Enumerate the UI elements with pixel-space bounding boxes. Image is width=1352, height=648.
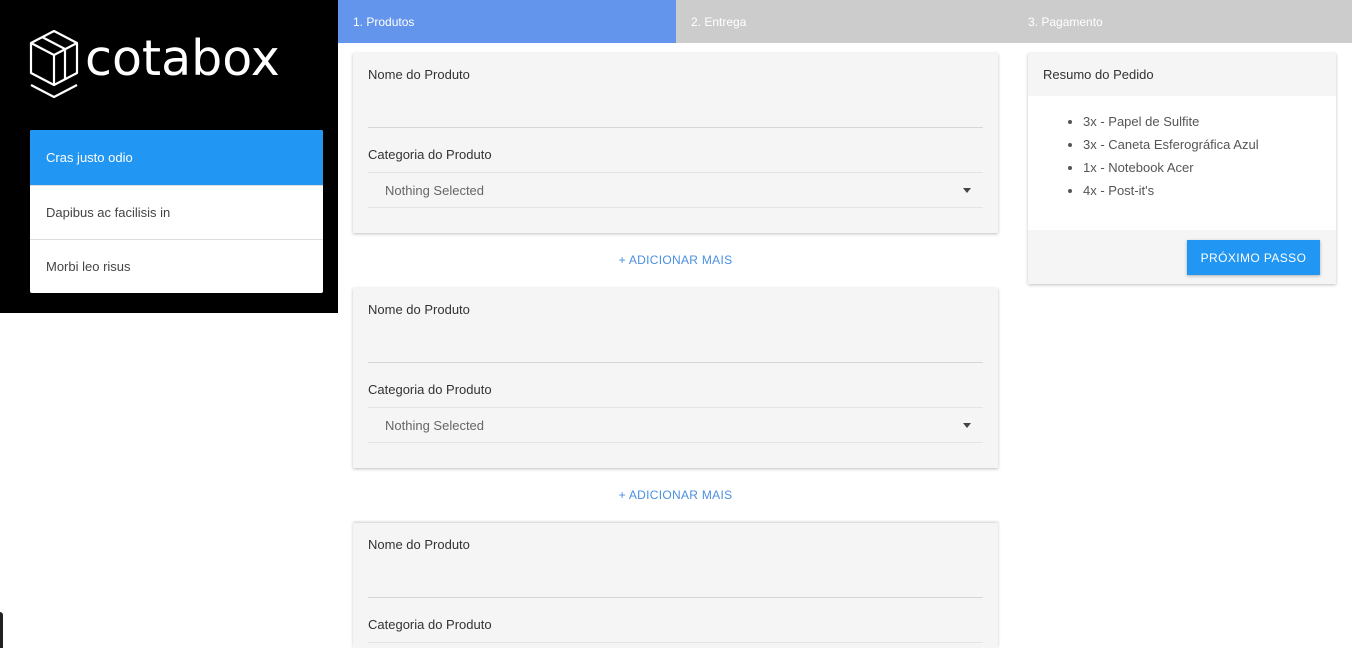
sidebar-item-dapibus[interactable]: Dapibus ac facilisis in [30,185,323,239]
product-name-input[interactable] [368,104,983,128]
step-produtos[interactable]: 1. Produtos [338,0,676,43]
product-card: Nome do Produto Categoria do Produto [353,523,998,648]
order-summary-title: Resumo do Pedido [1028,53,1336,96]
order-summary-footer: PRÓXIMO PASSO [1028,230,1336,284]
product-name-label: Nome do Produto [368,537,470,552]
product-name-label: Nome do Produto [368,302,470,317]
product-category-select[interactable]: Nothing Selected [368,172,983,208]
checkout-stepper: 1. Produtos 2. Entrega 3. Pagamento [338,0,1352,43]
list-item: 3x - Papel de Sulfite [1083,113,1336,136]
product-card: Nome do Produto Categoria do Produto Not… [353,288,998,468]
sidebar-item-morbi[interactable]: Morbi leo risus [30,239,323,293]
list-item: 4x - Post-it's [1083,182,1336,205]
caret-down-icon [963,188,971,193]
product-category-value: Nothing Selected [385,182,485,198]
step-pagamento[interactable]: 3. Pagamento [1013,0,1352,43]
product-category-value: Nothing Selected [385,417,485,433]
product-category-label: Categoria do Produto [368,617,492,632]
caret-down-icon [963,423,971,428]
list-item: 1x - Notebook Acer [1083,159,1336,182]
product-category-select[interactable]: Nothing Selected [368,407,983,443]
step-entrega[interactable]: 2. Entrega [676,0,1013,43]
cube-icon [29,29,79,99]
brand-logo[interactable]: cotabox [29,28,280,100]
sidebar-item-cras-justo-odio[interactable]: Cras justo odio [30,130,323,185]
product-category-select[interactable] [368,642,983,648]
add-more-button[interactable]: + ADICIONAR MAIS [353,253,998,267]
product-card: Nome do Produto Categoria do Produto Not… [353,53,998,233]
product-name-input[interactable] [368,339,983,363]
order-summary-list: 3x - Papel de Sulfite 3x - Caneta Esfero… [1028,96,1336,205]
add-more-button[interactable]: + ADICIONAR MAIS [353,488,998,502]
order-summary-panel: Resumo do Pedido 3x - Papel de Sulfite 3… [1028,53,1336,284]
brand-name: cotabox [85,29,280,87]
list-item: 3x - Caneta Esferográfica Azul [1083,136,1336,159]
product-name-label: Nome do Produto [368,67,470,82]
product-category-label: Categoria do Produto [368,147,492,162]
product-name-input[interactable] [368,574,983,598]
sidebar-menu: Cras justo odio Dapibus ac facilisis in … [30,130,323,293]
sidebar: cotabox Cras justo odio Dapibus ac facil… [0,0,338,313]
scroll-edge [0,612,3,648]
product-category-label: Categoria do Produto [368,382,492,397]
next-step-button[interactable]: PRÓXIMO PASSO [1187,240,1320,275]
